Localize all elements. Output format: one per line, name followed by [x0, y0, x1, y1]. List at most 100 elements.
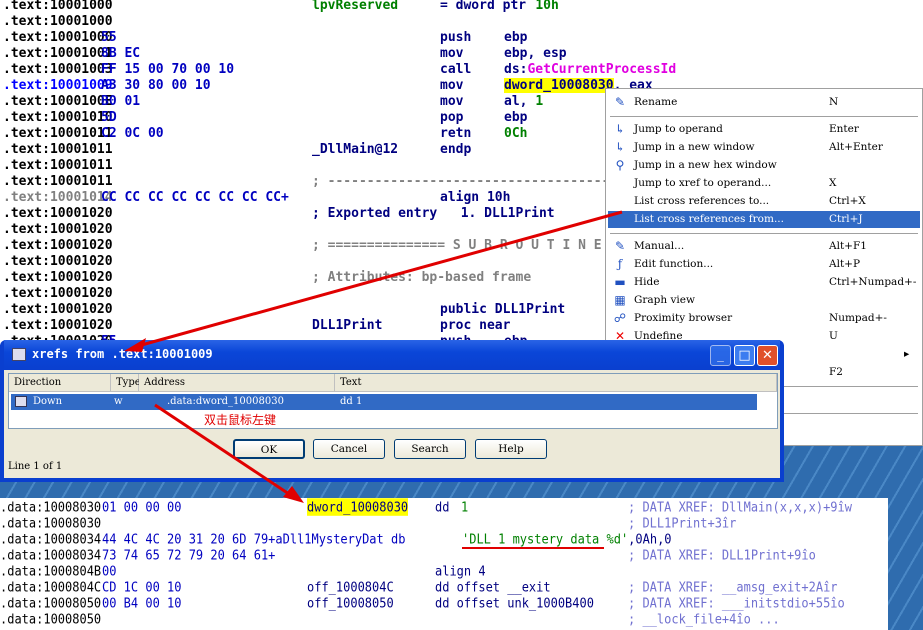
menu-item[interactable]: ƒ Edit function... Alt+P [608, 256, 920, 273]
column-header-type[interactable]: Type [111, 374, 141, 392]
comment: ; __lock_file+4îo ... [628, 611, 780, 627]
comment: ; DATA XREF: __amsg_exit+2Aîr [628, 579, 838, 595]
proximity-icon: ☍ [613, 311, 627, 325]
menu-item[interactable]: ▬ Hide Ctrl+Numpad+- [608, 274, 920, 291]
xref-row[interactable]: Down w .data:dword_10008030 dd 1 [11, 394, 757, 410]
close-button[interactable]: ✕ [757, 345, 778, 366]
operand[interactable]: ds: [504, 62, 527, 77]
mnemonic: mov [440, 46, 464, 61]
operand[interactable]: 0Ch [504, 126, 527, 141]
mnemonic: dd [435, 499, 450, 515]
code-line[interactable]: .text:10001000 55 push ebp [0, 30, 923, 46]
code-label[interactable]: ; =============== S U B R O U T I N E [312, 238, 602, 254]
menu-item[interactable]: ↳ Jump in a new window Alt+Enter [608, 139, 920, 156]
operand[interactable]: ,0Ah,0 [628, 531, 671, 546]
maximize-button[interactable]: □ [734, 345, 755, 366]
line-address: .text:10001000 [3, 30, 113, 45]
mnemonic: proc near [440, 318, 511, 333]
opcode-bytes: 73 74 65 72 79 20 64 61+ [102, 547, 276, 563]
minimize-button[interactable]: _ [710, 345, 731, 366]
menu-item[interactable]: ↳ Jump to operand Enter [608, 121, 920, 138]
cancel-button[interactable]: Cancel [313, 439, 385, 459]
code-line[interactable]: .data:10008034 73 74 65 72 79 20 64 61+ ; … [0, 546, 888, 564]
operand[interactable]: dword_10008030 [504, 78, 614, 93]
hex-window-icon: ⚲ [615, 158, 625, 172]
help-button[interactable]: Help [475, 439, 547, 459]
code-label[interactable]: off_10008050 [307, 594, 394, 612]
menu-item[interactable]: List cross references to... Ctrl+X [608, 193, 920, 210]
menu-item[interactable]: ☍ Proximity browser Numpad+- [608, 310, 920, 327]
line-address: .text:1000100E [3, 94, 113, 109]
operands: ebp [504, 110, 527, 126]
code-label[interactable]: dword_10008030 [307, 498, 409, 516]
menu-item-label: Jump to xref to operand... [634, 177, 772, 189]
code-label[interactable]: off_1000804C [307, 578, 394, 596]
dialog-titlebar[interactable]: xrefs from .text:10001009 _ □ ✕ [4, 340, 780, 370]
code-line[interactable]: .data:1000804B 00 align 4 [0, 562, 888, 580]
code-line[interactable]: .text:10001001 8B EC mov ebp, esp [0, 46, 923, 62]
operand[interactable]: al, [504, 94, 535, 109]
opcode-bytes: 00 B4 00 10 [102, 595, 182, 611]
operand[interactable] [504, 0, 535, 13]
code-line[interactable]: .text:10001000 lpvReserved = dword ptr 10h [0, 0, 923, 14]
menu-item-shortcut: Enter [829, 123, 859, 135]
disassembly-view-data[interactable]: .data:10008030 01 00 00 00 dword_10008030 d… [0, 498, 888, 630]
code-label[interactable]: ; Attributes: bp-based frame [312, 270, 531, 286]
dialog-title: xrefs from .text:10001009 [32, 347, 213, 361]
line-address: .text:10001003 [3, 62, 113, 77]
graph-view-icon: ▦ [614, 293, 626, 307]
menu-item-label: Jump to operand [634, 123, 723, 135]
menu-item-shortcut: Alt+P [829, 258, 861, 270]
column-header-direction[interactable]: Direction [9, 374, 111, 392]
opcode-bytes: 5D [101, 110, 117, 125]
code-line[interactable]: .text:10001003 FF 15 00 70 00 10 call ds:Ge… [0, 62, 923, 78]
code-line[interactable]: .data:1000804C CD 1C 00 10 off_1000804C dd … [0, 578, 888, 596]
code-label[interactable]: DLL1Print [312, 318, 382, 334]
line-address: .text:10001011 [3, 158, 113, 173]
operand[interactable]: ebp [504, 30, 527, 45]
code-label[interactable]: _DllMain@12 [312, 142, 398, 158]
menu-item[interactable]: ⚲ Jump in a new hex window [608, 157, 920, 174]
menu-item[interactable]: ✎ Rename N [608, 94, 920, 111]
opcode-bytes: 00 [102, 563, 117, 579]
operand[interactable]: 1 [535, 94, 543, 109]
operand[interactable]: 1 [461, 499, 468, 514]
menu-item[interactable]: List cross references from... Ctrl+J [608, 211, 920, 228]
menu-item-shortcut: Alt+F1 [829, 240, 867, 252]
code-line[interactable]: .data:10008030 ; DLL1Print+3îr [0, 514, 888, 532]
operand[interactable]: ebp, esp [504, 46, 567, 61]
code-line[interactable]: .text:10001000 [0, 14, 923, 30]
xref-text: dd 1 [340, 396, 363, 407]
menu-item-label: List cross references from... [634, 213, 784, 225]
operand[interactable]: ebp [504, 110, 527, 125]
line-address: .data:10008034 [0, 547, 102, 563]
operand[interactable]: 10h [535, 0, 558, 13]
code-label[interactable]: ; Exported entry 1. DLL1Print [312, 206, 555, 222]
code-line[interactable]: .data:10008050 ; __lock_file+4îo ... [0, 610, 888, 628]
code-line[interactable]: .data:10008034 44 4C 4C 20 31 20 6D 79+aD… [0, 530, 888, 548]
menu-item-shortcut: Alt+Enter [829, 141, 883, 153]
menu-item[interactable]: ✎ Manual... Alt+F1 [608, 238, 920, 255]
mnemonic: align 10h [440, 190, 511, 205]
code-line[interactable]: .data:10008050 00 B4 00 10 off_10008050 dd … [0, 594, 888, 612]
menu-separator [610, 116, 918, 117]
xrefs-list[interactable]: Direction Type Address Text Down w .data… [8, 373, 778, 429]
ok-button[interactable]: OK [233, 439, 305, 459]
line-address: .text:10001009 [3, 78, 113, 93]
menu-item[interactable]: Jump to xref to operand... X [608, 175, 920, 192]
operand[interactable]: GetCurrentProcessId [527, 62, 676, 77]
menu-item[interactable]: ▦ Graph view [608, 292, 920, 309]
code-line[interactable]: .data:10008030 01 00 00 00 dword_10008030 d… [0, 498, 888, 516]
code-label[interactable]: lpvReserved [312, 0, 398, 14]
line-address: .data:1000804B [0, 563, 102, 579]
jump-window-icon: ↳ [614, 140, 626, 154]
menu-item-shortcut: X [829, 177, 837, 189]
search-button[interactable]: Search [394, 439, 466, 459]
mnemonic: pop [440, 110, 464, 125]
column-header-text[interactable]: Text [335, 374, 777, 392]
operand[interactable]: 'DLL 1 mystery data %d' [462, 531, 628, 546]
column-header-address[interactable]: Address [139, 374, 335, 392]
xrefs-window-icon [12, 348, 26, 361]
code-label[interactable]: ; --------------------------------------… [312, 174, 633, 190]
menu-item-shortcut: Numpad+- [829, 312, 887, 324]
